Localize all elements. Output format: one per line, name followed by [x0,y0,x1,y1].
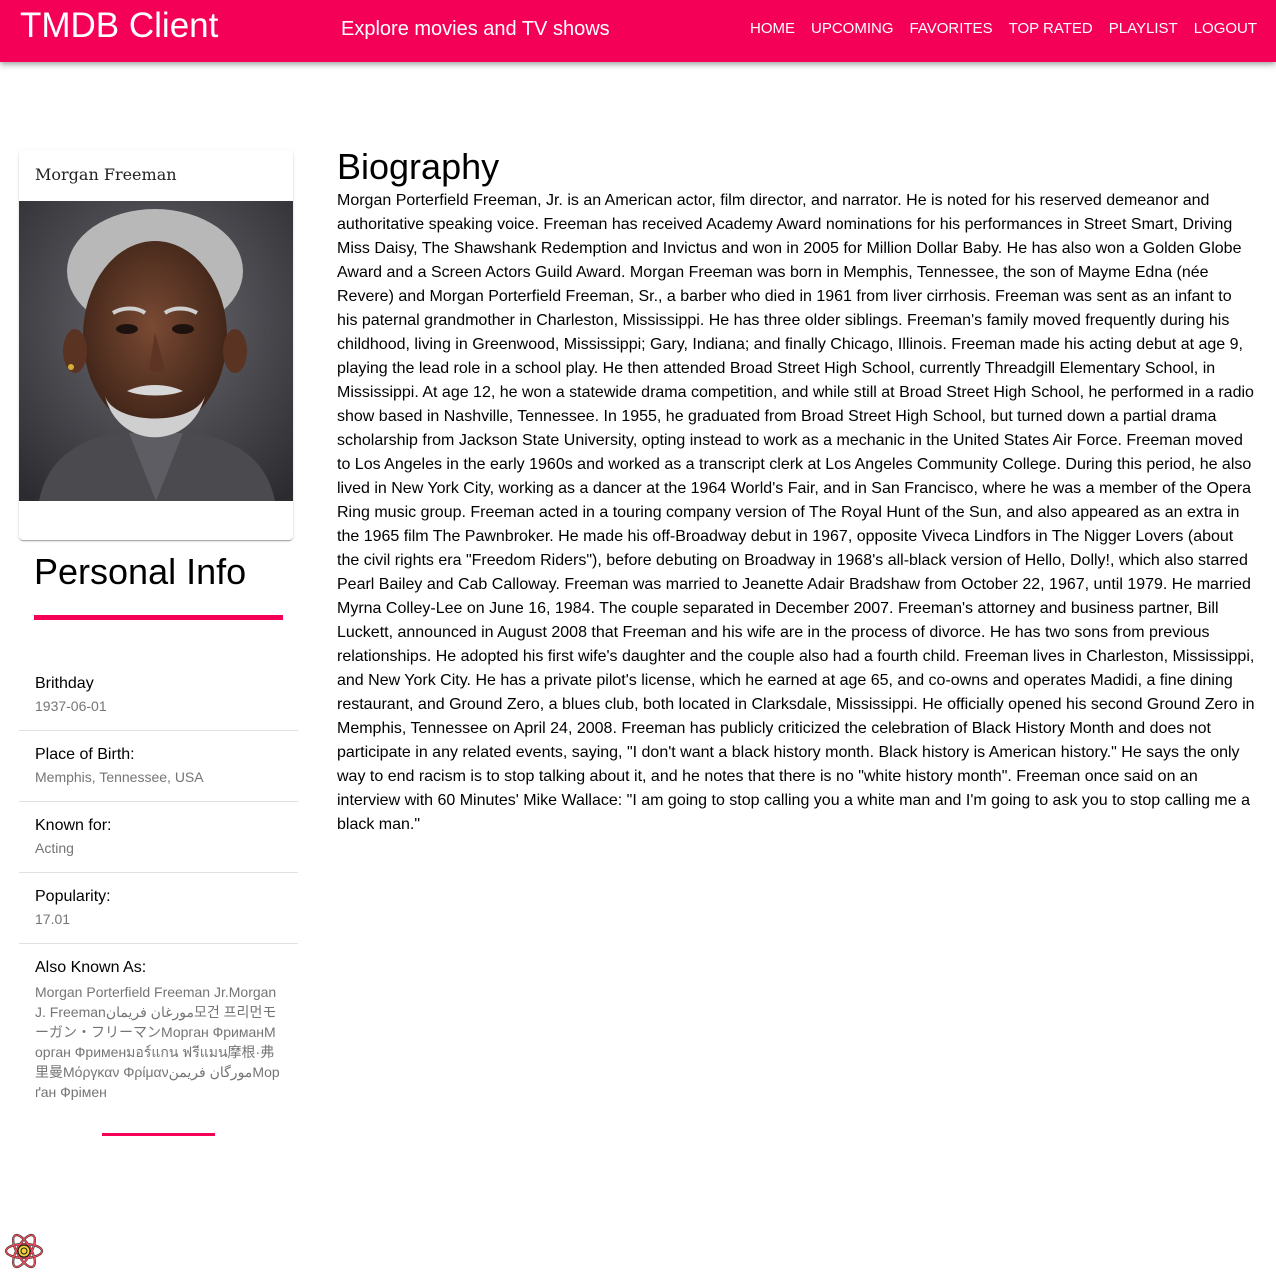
list-item-also-known-as: Also Known As: Morgan Porterfield Freema… [19,944,298,1116]
place-of-birth-label: Place of Birth: [35,746,135,763]
popularity-value: 17.01 [35,911,71,927]
known-for-label: Known for: [35,817,112,834]
app-bar: TMDB Client Explore movies and TV shows … [0,0,1276,62]
nav-home[interactable]: HOME [742,18,803,40]
person-portrait [19,201,293,501]
main-nav: HOME UPCOMING FAVORITES TOP RATED PLAYLI… [742,18,1265,40]
person-name: Morgan Freeman [35,165,177,184]
list-item-known-for: Known for: Acting [19,802,298,873]
birthday-value: 1937-06-01 [35,698,107,714]
nav-upcoming[interactable]: UPCOMING [803,18,902,40]
also-known-as-value: Morgan Porterfield Freeman Jr.Morgan J. … [35,984,280,1100]
place-of-birth-value: Memphis, Tennessee, USA [35,769,204,785]
list-item-popularity: Popularity: 17.01 [19,873,298,944]
popularity-label: Popularity: [35,888,111,905]
biography-heading: Biography [337,146,500,187]
app-tagline: Explore movies and TV shows [341,18,610,40]
birthday-label: Brithday [35,675,94,692]
list-item-birthday: Brithday 1937-06-01 [19,660,298,731]
nav-logout[interactable]: LOGOUT [1186,18,1265,40]
app-title[interactable]: TMDB Client [20,5,218,47]
personal-info-heading: Personal Info [34,551,247,592]
list-item-place-of-birth: Place of Birth: Memphis, Tennessee, USA [19,731,298,802]
biography-text: Morgan Porterfield Freeman, Jr. is an Am… [337,192,1255,833]
nav-playlist[interactable]: PLAYLIST [1101,18,1186,40]
known-for-value: Acting [35,840,74,856]
personal-info-list: Brithday 1937-06-01 Place of Birth: Memp… [19,660,298,1116]
nav-top-rated[interactable]: TOP RATED [1001,18,1101,40]
section-divider [102,1133,215,1136]
also-known-as-label: Also Known As: [35,959,147,976]
nav-favorites[interactable]: FAVORITES [902,18,1001,40]
person-card: Morgan Freeman [19,150,293,540]
heading-underline [34,615,283,620]
react-icon[interactable] [3,1230,45,1272]
